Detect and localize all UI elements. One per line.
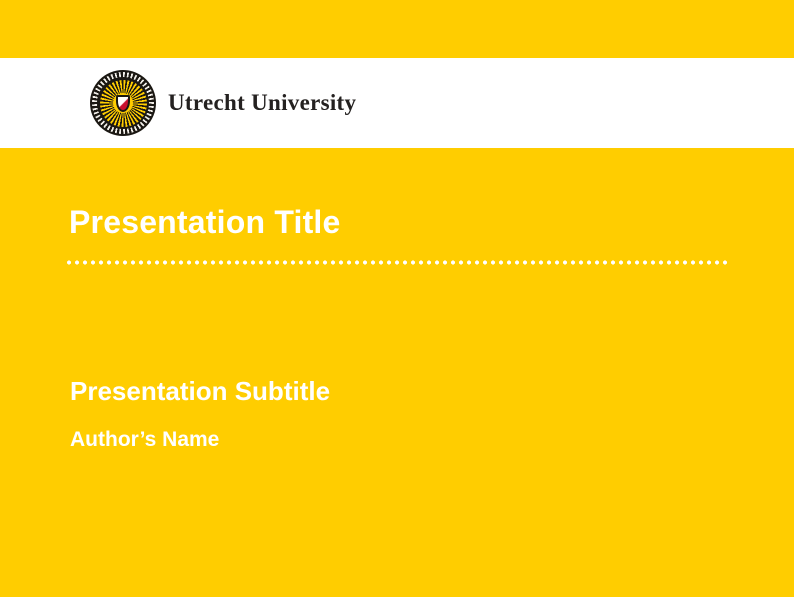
presentation-title: Presentation Title bbox=[69, 202, 341, 242]
author-name: Author’s Name bbox=[70, 427, 219, 453]
presentation-subtitle: Presentation Subtitle bbox=[70, 375, 330, 408]
logo-band: Utrecht University bbox=[0, 58, 794, 148]
university-wordmark: Utrecht University bbox=[168, 58, 356, 148]
presentation-title-slide: Utrecht University Presentation Title Pr… bbox=[0, 0, 794, 597]
utrecht-university-logo-icon bbox=[90, 70, 156, 136]
dotted-divider bbox=[65, 259, 728, 266]
